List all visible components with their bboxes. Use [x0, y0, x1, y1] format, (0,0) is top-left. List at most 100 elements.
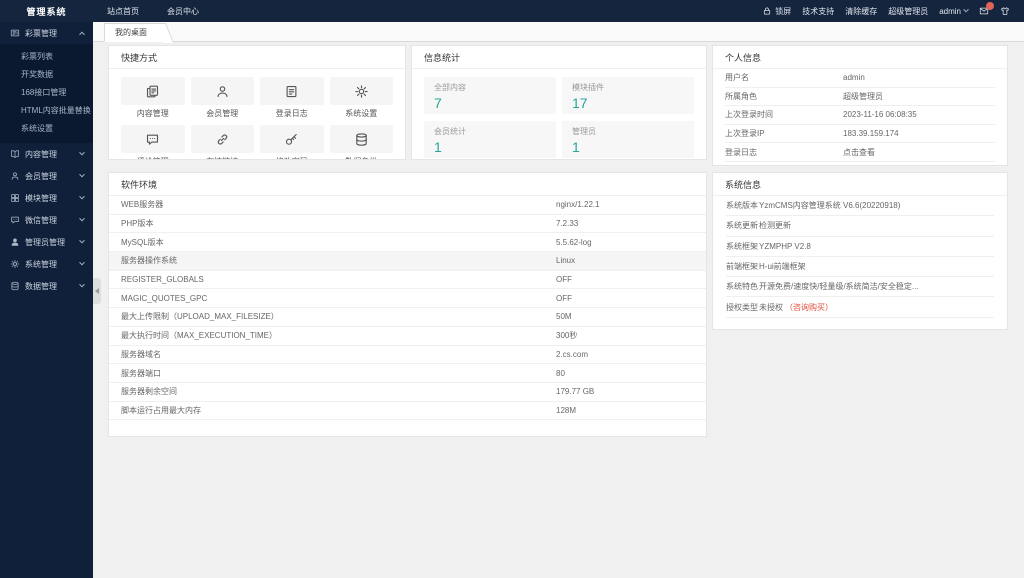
- topbar-link[interactable]: 技术支持: [802, 6, 834, 17]
- shortcut-label: 系统设置: [345, 109, 378, 118]
- notification-badge: [986, 2, 994, 10]
- environment-row: PHP版本 7.2.33: [109, 215, 706, 234]
- tshirt-icon: [1000, 6, 1010, 16]
- profile-row-value: 超级管理员: [843, 91, 883, 101]
- environment-row: MAGIC_QUOTES_GPC OFF: [109, 289, 706, 309]
- environment-row: 最大执行时间（MAX_EXECUTION_TIME） 300秒: [109, 327, 706, 346]
- key-icon: [284, 132, 299, 147]
- system-row-value[interactable]: 检测更新: [759, 220, 791, 231]
- shortcut-item[interactable]: 会员管理: [190, 77, 254, 119]
- environment-row-label: MAGIC_QUOTES_GPC: [121, 293, 208, 303]
- shortcut-item[interactable]: 系统设置: [329, 77, 393, 119]
- content: 快捷方式 内容管理 会员管理 登录日志 系统设置 信息统计 全部内容 7 模块插…: [93, 42, 1024, 437]
- chevron-down-icon: [79, 281, 85, 288]
- shortcut-item[interactable]: 评论管理: [121, 125, 185, 159]
- stats-panel: 信息统计 全部内容 7 模块插件 17 会员统计 1 管理员 1: [411, 45, 707, 160]
- topbar: 管理系统 站点首页 会员中心 锁屏 技术支持 清除缓存 超级管理员 admin: [0, 0, 1024, 22]
- system-row-label: 系统特色: [726, 282, 758, 292]
- user-icon: [10, 171, 20, 181]
- profile-row-label: 用户名: [725, 73, 749, 83]
- topbar-link[interactable]: 超级管理员: [888, 6, 928, 17]
- sidebar-group-label: 会员管理: [25, 171, 57, 181]
- shortcut-icon-box: [190, 77, 254, 105]
- profile-row-label: 登录日志: [725, 147, 757, 157]
- shortcut-icon-box: [329, 77, 393, 105]
- sidebar-group[interactable]: 模块管理: [0, 187, 93, 209]
- lock-screen-label: 锁屏: [775, 6, 792, 16]
- system-row-extra[interactable]: （咨询购买）: [785, 302, 833, 313]
- profile-row: 登录日志 点击查看: [725, 143, 995, 162]
- profile-rows: 用户名 admin 所属角色 超级管理员 上次登录时间 2023-11-16 0…: [713, 69, 1007, 162]
- sidebar-group[interactable]: 系统管理: [0, 253, 93, 275]
- system-panel-title: 系统信息: [713, 173, 1007, 196]
- system-row-label: 系统框架: [726, 241, 758, 251]
- tab-bar: 我的桌面: [93, 22, 1024, 42]
- profile-panel: 个人信息 用户名 admin 所属角色 超级管理员 上次登录时间 2023-11…: [712, 45, 1008, 166]
- environment-row-label: REGISTER_GLOBALS: [121, 275, 204, 285]
- profile-row-value[interactable]: 点击查看: [843, 147, 875, 158]
- pages-icon: [145, 84, 160, 99]
- lock-screen-button[interactable]: 锁屏: [762, 6, 791, 17]
- system-row-label: 系统版本: [726, 201, 758, 211]
- environment-row-label: 最大上传限制（UPLOAD_MAX_FILESIZE）: [121, 312, 279, 322]
- theme-button[interactable]: [1000, 6, 1010, 16]
- stat-card: 模块插件 17: [562, 77, 694, 114]
- sidebar-group[interactable]: 管理员管理: [0, 231, 93, 253]
- system-row-label: 授权类型: [726, 302, 758, 312]
- shortcut-icon-box: [260, 77, 324, 105]
- environment-row: MySQL版本 5.5.62-log: [109, 233, 706, 253]
- sidebar-group[interactable]: 内容管理: [0, 143, 93, 165]
- book-icon: [10, 149, 20, 159]
- shortcut-label: 修改密码: [260, 156, 324, 159]
- sidebar-group-label: 系统管理: [25, 259, 57, 269]
- messages-button[interactable]: [979, 2, 994, 16]
- sidebar-group[interactable]: 微信管理: [0, 209, 93, 231]
- sidebar-group-label: 内容管理: [25, 149, 57, 159]
- user-icon: [215, 84, 230, 99]
- stat-value: 17: [572, 95, 588, 111]
- system-row: 系统版本 YzmCMS内容管理系统 V6.6(20220918): [726, 196, 994, 217]
- profile-row-value: admin: [843, 73, 865, 83]
- comment-icon: [145, 132, 160, 147]
- log-icon: [284, 84, 299, 99]
- shortcut-label: 登录日志: [275, 109, 308, 118]
- profile-row-value: 2023-11-16 06:08:35: [843, 110, 917, 120]
- system-row-label: 前端框架: [726, 262, 758, 272]
- stat-label: 全部内容: [434, 83, 466, 92]
- sidebar-group[interactable]: 数据管理: [0, 275, 93, 297]
- environment-rows: WEB服务器 nginx/1.22.1 PHP版本 7.2.33 MySQL版本: [109, 196, 706, 421]
- sidebar-subitem[interactable]: 开奖数据: [0, 66, 93, 84]
- sidebar-group[interactable]: 会员管理: [0, 165, 93, 187]
- sidebar-collapse-handle[interactable]: [93, 278, 101, 304]
- sidebar-subitem[interactable]: 168接口管理: [0, 84, 93, 102]
- sidebar-subitem[interactable]: HTML内容批量替换: [0, 102, 93, 120]
- profile-row: 用户名 admin: [725, 69, 995, 88]
- shortcut-item[interactable]: 友情链接: [190, 125, 254, 159]
- system-row: 系统框架 YZMPHP V2.8: [726, 237, 994, 257]
- tab-my-desktop[interactable]: 我的桌面: [104, 23, 166, 42]
- environment-row-value: 50M: [556, 312, 572, 322]
- shortcut-item[interactable]: 修改密码: [260, 125, 324, 159]
- profile-row: 所属角色 超级管理员: [725, 88, 995, 107]
- topbar-nav-item[interactable]: 站点首页: [93, 0, 153, 22]
- environment-row-label: 服务器操作系统: [121, 256, 177, 266]
- shortcut-icon-box: [190, 125, 254, 153]
- topbar-nav: 站点首页 会员中心: [93, 0, 213, 22]
- topbar-nav-item[interactable]: 会员中心: [153, 0, 213, 22]
- sidebar-group-label: 模块管理: [25, 193, 57, 203]
- user-dropdown[interactable]: admin: [939, 7, 969, 16]
- shortcut-item[interactable]: 数据备份: [329, 125, 393, 159]
- stat-card: 会员统计 1: [424, 121, 556, 158]
- sidebar-group-label: 微信管理: [25, 215, 57, 225]
- topbar-link[interactable]: 清除缓存: [845, 6, 877, 17]
- sidebar-group-active[interactable]: 彩票管理: [0, 22, 93, 44]
- sidebar-subitem[interactable]: 系统设置: [0, 120, 93, 138]
- sidebar-subitem[interactable]: 彩票列表: [0, 48, 93, 66]
- shortcut-label: 评论管理: [121, 156, 185, 159]
- shortcut-item[interactable]: 内容管理: [121, 77, 185, 119]
- lock-icon: [762, 6, 772, 16]
- environment-row-label: 脚本运行占用最大内存: [121, 405, 201, 415]
- shortcut-item[interactable]: 登录日志: [260, 77, 324, 119]
- system-row-label: 系统更新: [726, 221, 758, 231]
- profile-row-label: 上次登录时间: [725, 110, 773, 120]
